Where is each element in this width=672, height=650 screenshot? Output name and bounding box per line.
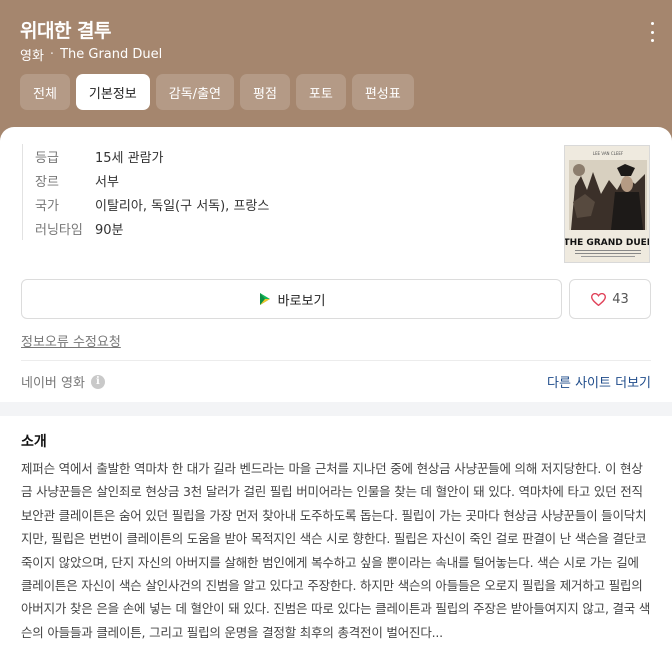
info-key: 러닝타임 [35,222,83,238]
header: 위대한 결투 영화 · The Grand Duel 전체 기본정보 감독/출연… [0,0,672,145]
watch-button[interactable]: 바로보기 [21,279,562,319]
subtitle: 영화 · The Grand Duel [20,45,162,64]
info-value: 서부 [95,174,119,190]
source-info: 네이버 영화 i [21,372,105,391]
page-title: 위대한 결투 [20,20,112,42]
tab-bar: 전체 기본정보 감독/출연 평점 포토 편성표 [20,74,414,110]
info-row-genre: 장르 서부 [35,168,269,192]
info-key: 등급 [35,150,59,166]
tab-rating[interactable]: 평점 [240,74,290,110]
divider [21,360,651,361]
info-value: 90분 [95,222,124,238]
info-list: 등급 15세 관람가 장르 서부 국가 이탈리아, 독일(구 서독), 프랑스 … [22,144,269,240]
poster-art: LEE VAN CLEEF THE GRAND DUEL [565,146,650,262]
info-row-runtime: 러닝타임 90분 [35,216,269,240]
info-value: 이탈리아, 독일(구 서독), 프랑스 [95,198,270,214]
info-row-country: 국가 이탈리아, 독일(구 서독), 프랑스 [35,192,269,216]
heart-icon [591,292,607,306]
intro-card: 소개 제퍼슨 역에서 출발한 역마차 한 대가 길라 벤드라는 마을 근처를 지… [0,416,672,650]
info-row-rating: 등급 15세 관람가 [35,144,269,168]
error-report-link[interactable]: 정보오류 수정요청 [21,331,121,350]
info-icon[interactable]: i [90,374,105,389]
watch-label: 바로보기 [277,293,326,309]
info-value: 15세 관람가 [95,150,164,166]
tab-photo[interactable]: 포토 [295,74,346,110]
action-buttons: 바로보기 43 [21,279,651,319]
poster-title: THE GRAND DUEL [565,238,650,248]
poster-image[interactable]: LEE VAN CLEEF THE GRAND DUEL [564,145,650,263]
like-count: 43 [612,291,629,307]
tab-all[interactable]: 전체 [20,74,70,110]
category-label[interactable]: 영화 [20,45,44,64]
intro-title: 소개 [21,434,47,450]
source-label: 네이버 영화 [21,376,85,391]
tab-director-cast[interactable]: 감독/출연 [155,74,234,110]
intro-text: 제퍼슨 역에서 출발한 역마차 한 대가 길라 벤드라는 마을 근처를 지나던 … [21,461,651,640]
tab-basic-info[interactable]: 기본정보 [75,74,150,110]
more-options-icon[interactable] [648,22,656,42]
original-title: The Grand Duel [60,47,163,62]
basic-info-card: 등급 15세 관람가 장르 서부 국가 이탈리아, 독일(구 서독), 프랑스 … [0,127,672,402]
like-button[interactable]: 43 [569,279,651,319]
more-sites-link[interactable]: 다른 사이트 더보기 [547,372,651,391]
separator-dot: · [49,47,55,62]
info-key: 국가 [35,198,59,214]
tab-schedule[interactable]: 편성표 [351,74,414,110]
poster-credit: LEE VAN CLEEF [593,151,624,156]
play-icon [259,293,270,305]
info-key: 장르 [35,174,59,190]
